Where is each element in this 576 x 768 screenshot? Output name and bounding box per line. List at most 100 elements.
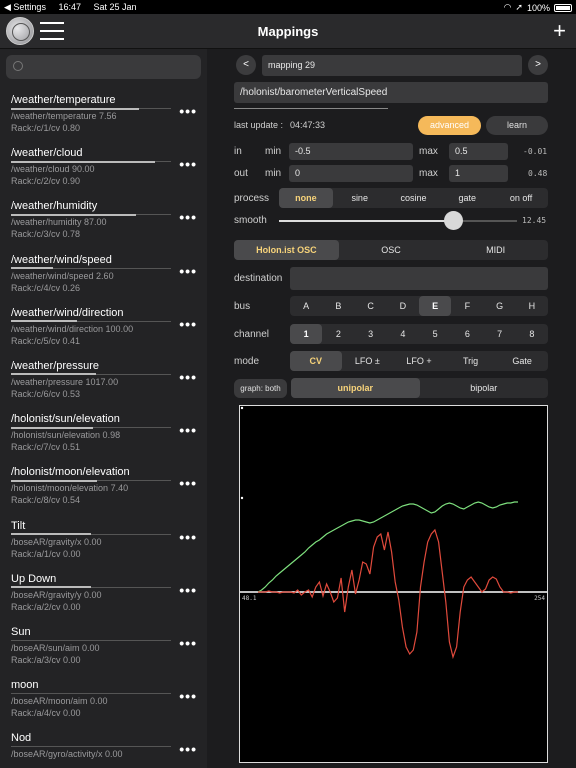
bus-option[interactable]: E <box>419 296 452 316</box>
address-field[interactable]: /holonist/barometerVerticalSpeed <box>234 82 548 103</box>
mapping-list-item[interactable]: /weather/wind/direction/weather/wind/dir… <box>0 302 207 355</box>
channel-option[interactable]: 8 <box>516 324 548 344</box>
learn-button[interactable]: learn <box>486 116 548 135</box>
mapping-item-title: moon <box>11 679 39 692</box>
channel-option[interactable]: 3 <box>355 324 387 344</box>
add-icon[interactable]: + <box>553 18 566 44</box>
bus-option[interactable]: D <box>387 296 419 316</box>
more-icon[interactable]: ••• <box>179 103 197 119</box>
more-icon[interactable]: ••• <box>179 156 197 172</box>
next-mapping-button[interactable]: > <box>528 55 548 75</box>
status-left: ◀ Settings 16:47 Sat 25 Jan <box>4 2 147 13</box>
more-icon[interactable]: ••• <box>179 369 197 385</box>
channel-option[interactable]: 2 <box>322 324 354 344</box>
mapping-item-level-bar <box>11 320 171 323</box>
more-icon[interactable]: ••• <box>179 635 197 651</box>
mode-option[interactable]: LFO + <box>393 351 445 371</box>
bus-option[interactable]: H <box>516 296 548 316</box>
more-icon[interactable]: ••• <box>179 316 197 332</box>
mapping-item-rack: Rack:/c/7/cv 0.51 <box>11 442 81 453</box>
more-icon[interactable]: ••• <box>179 209 197 225</box>
mapping-list-item[interactable]: /weather/temperature/weather/temperature… <box>0 89 207 142</box>
more-icon[interactable]: ••• <box>179 422 197 438</box>
mapping-item-level-bar <box>11 107 171 110</box>
more-icon[interactable]: ••• <box>179 741 197 757</box>
last-update-time: 04:47:33 <box>290 120 326 130</box>
mapping-list-item[interactable]: Up Down/boseAR/gravity/y 0.00 Rack:/a/2/c… <box>0 568 207 621</box>
mode-option[interactable]: CV <box>290 351 342 371</box>
mapping-item-title: /weather/humidity <box>11 200 98 213</box>
more-icon[interactable]: ••• <box>179 529 197 545</box>
mapping-item-title: /weather/wind/speed <box>11 253 112 266</box>
mapping-list-item[interactable]: /weather/humidity/weather/humidity 87.00… <box>0 195 207 248</box>
channel-label: channel <box>234 329 270 340</box>
protocol-option[interactable]: OSC <box>339 240 444 260</box>
activity-bar <box>234 108 388 109</box>
mapping-item-title: /weather/pressure <box>11 359 100 372</box>
channel-option[interactable]: 6 <box>451 324 483 344</box>
mapping-list-item[interactable]: /weather/cloud/weather/cloud 90.00 Rack:/… <box>0 142 207 195</box>
more-icon[interactable]: ••• <box>179 688 197 704</box>
mode-option[interactable]: Trig <box>445 351 497 371</box>
bus-option[interactable]: C <box>355 296 387 316</box>
channel-option[interactable]: 7 <box>484 324 516 344</box>
mode-option[interactable]: Gate <box>496 351 548 371</box>
smooth-slider-knob[interactable] <box>443 211 463 230</box>
protocol-option[interactable]: Holon.ist OSC <box>234 240 339 260</box>
process-option[interactable]: none <box>279 188 333 208</box>
bus-option[interactable]: F <box>451 296 483 316</box>
out-max-field[interactable]: 1 <box>449 165 508 182</box>
more-icon[interactable]: ••• <box>179 263 197 279</box>
mapping-list-item[interactable]: Tilt/boseAR/gravity/x 0.00 Rack:/a/1/cv 0… <box>0 515 207 568</box>
bus-selector: ABCDEFGH <box>290 296 548 316</box>
prev-mapping-button[interactable]: < <box>236 55 256 75</box>
in-max-label: max <box>419 146 438 157</box>
more-icon[interactable]: ••• <box>179 582 197 598</box>
polarity-option[interactable]: unipolar <box>291 378 420 398</box>
mapping-item-title: Sun <box>11 625 31 638</box>
bus-option[interactable]: G <box>484 296 516 316</box>
process-option[interactable]: on off <box>494 188 548 208</box>
out-min-field[interactable]: 0 <box>289 165 413 182</box>
polarity-option[interactable]: bipolar <box>420 378 549 398</box>
mode-selector: CV LFO ± LFO + Trig Gate <box>290 351 548 371</box>
y-marker <box>240 406 244 410</box>
back-to-settings[interactable]: ◀ Settings <box>4 2 46 12</box>
battery-icon <box>554 3 572 12</box>
mapping-item-rack: Rack:/a/1/cv 0.00 <box>11 548 81 559</box>
mapping-list-item[interactable]: /weather/wind/speed/weather/wind/speed 2… <box>0 249 207 302</box>
in-min-field[interactable]: -0.5 <box>289 143 413 160</box>
channel-option[interactable]: 1 <box>290 324 323 344</box>
more-icon[interactable]: ••• <box>179 475 197 491</box>
destination-field[interactable] <box>290 267 548 290</box>
mapping-list-item[interactable]: Nod/boseAR/gyro/activity/x 0.00 ••• <box>0 727 207 768</box>
mapping-list-item[interactable]: moon/boseAR/moon/aim 0.00 Rack:/a/4/cv 0.… <box>0 674 207 727</box>
mapping-list-item[interactable]: /holonist/moon/elevation/holonist/moon/e… <box>0 461 207 514</box>
x-start-label: 48.1 <box>242 595 257 602</box>
channel-option[interactable]: 5 <box>419 324 451 344</box>
process-option[interactable]: sine <box>333 188 387 208</box>
mapping-item-rack: Rack:/c/8/cv 0.54 <box>11 495 81 506</box>
mapping-list-item[interactable]: Sun/boseAR/sun/aim 0.00 Rack:/a/3/cv 0.00… <box>0 621 207 674</box>
protocol-option[interactable]: MIDI <box>443 240 548 260</box>
graph-mode-button[interactable]: graph: both <box>234 379 287 398</box>
process-option[interactable]: gate <box>440 188 494 208</box>
search-input[interactable] <box>6 55 201 79</box>
process-option[interactable]: cosine <box>387 188 441 208</box>
in-max-field[interactable]: 0.5 <box>449 143 508 160</box>
mapping-list-item[interactable]: /weather/pressure/weather/pressure 1017.… <box>0 355 207 408</box>
nav-bar: Mappings + <box>0 14 576 49</box>
process-selector: none sine cosine gate on off <box>279 188 548 208</box>
process-label: process <box>234 193 270 204</box>
mapping-name-field[interactable]: mapping 29 <box>262 55 522 76</box>
mapping-list-item[interactable]: /holonist/sun/elevation/holonist/sun/ele… <box>0 408 207 461</box>
mapping-item-title: /weather/cloud <box>11 147 83 160</box>
bus-option[interactable]: B <box>322 296 354 316</box>
channel-option[interactable]: 4 <box>387 324 419 344</box>
smooth-label: smooth <box>234 215 267 226</box>
mode-option[interactable]: LFO ± <box>342 351 394 371</box>
wifi-icon: ◠ <box>503 2 512 12</box>
advanced-button[interactable]: advanced <box>418 116 481 135</box>
bus-option[interactable]: A <box>290 296 322 316</box>
mapping-item-level-fill <box>11 267 53 270</box>
